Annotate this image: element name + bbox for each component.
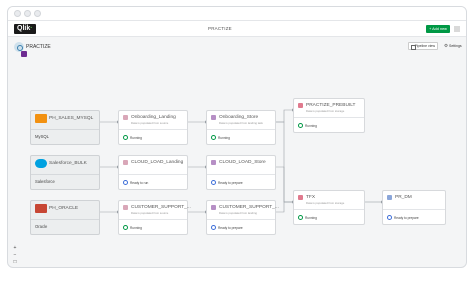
source-name: PH_ORACLE (49, 206, 79, 211)
window-dot[interactable] (14, 10, 21, 17)
task-status: Running (130, 226, 142, 230)
divider (294, 209, 364, 210)
mysql-logo-icon (35, 114, 47, 123)
pipeline-view-button[interactable]: Pipeline view (408, 42, 438, 50)
logo-accent: · (30, 25, 33, 32)
task-name: Onboarding_Store (219, 115, 259, 120)
task-status: Ready to prepare (394, 216, 419, 220)
project-header: PRACTIZE Pipeline view Settings (8, 38, 466, 62)
task-status: Ready to run (130, 181, 149, 185)
task-status: Running (305, 124, 317, 128)
task-description: Data is populated from landing task (219, 121, 263, 125)
landing-icon (123, 115, 128, 120)
fit-view-icon[interactable]: □ (12, 259, 18, 265)
transform-icon (298, 103, 303, 108)
divider (31, 219, 99, 220)
task-description: Data is populated from landing (219, 211, 257, 215)
landing-task-node[interactable]: CLOUD_LOAD_Landing Ready to run (118, 155, 188, 190)
task-name: PR_DM (395, 195, 412, 200)
task-name: Onboarding_Landing (131, 115, 176, 120)
ready-status-icon (211, 225, 216, 230)
divider (207, 219, 275, 220)
app-window: Qlik· PRACTIZE + Add new PRACTIZE Pipeli… (7, 6, 467, 268)
landing-icon (123, 205, 128, 210)
task-name: PRACTIZE_PREBUILT (306, 103, 356, 108)
link (276, 166, 292, 203)
storage-task-node[interactable]: Onboarding_Store Data is populated from … (206, 110, 276, 145)
divider (31, 129, 99, 130)
source-node[interactable]: PH_SALES_MYSQL MySQL (30, 110, 100, 145)
running-status-icon (211, 135, 216, 140)
pipeline-canvas[interactable]: PH_SALES_MYSQL MySQL Salesforce_BULK Sal… (8, 62, 466, 267)
window-dot[interactable] (34, 10, 41, 17)
running-status-icon (298, 215, 303, 220)
project-type-icon (21, 51, 27, 57)
divider (119, 129, 187, 130)
settings-button[interactable]: Settings (444, 42, 462, 50)
app-title: PRACTIZE (208, 26, 232, 31)
ready-status-icon (123, 180, 128, 185)
datamart-icon (387, 195, 392, 200)
source-node[interactable]: PH_ORACLE Oracle (30, 200, 100, 235)
landing-icon (123, 160, 128, 165)
transform-task-node[interactable]: TFX Data is populated from storage Runni… (293, 190, 365, 225)
storage-icon (211, 205, 216, 210)
divider (207, 129, 275, 130)
running-status-icon (123, 135, 128, 140)
divider (383, 209, 445, 210)
datamart-task-node[interactable]: PR_DM Ready to prepare (382, 190, 446, 225)
project-name: PRACTIZE (26, 44, 51, 50)
ready-status-icon (211, 180, 216, 185)
task-name: CLOUD_LOAD_Store (219, 160, 266, 165)
task-name: CUSTOMER_SUPPORT_... (219, 205, 279, 210)
top-bar: Qlik· PRACTIZE + Add new (8, 21, 466, 37)
browser-chrome (8, 7, 466, 21)
source-name: Salesforce_BULK (49, 161, 87, 166)
task-name: TFX (306, 195, 316, 200)
divider (294, 117, 364, 118)
source-node[interactable]: Salesforce_BULK Salesforce (30, 155, 100, 190)
storage-icon (211, 115, 216, 120)
divider (207, 174, 275, 175)
source-name: PH_SALES_MYSQL (49, 116, 94, 121)
logo-text: Qlik (17, 25, 31, 32)
storage-task-node[interactable]: CLOUD_LOAD_Store Ready to prepare (206, 155, 276, 190)
storage-icon (211, 160, 216, 165)
source-type: MySQL (35, 134, 49, 139)
task-status: Ready to prepare (218, 181, 243, 185)
task-description: Data is populated from source (131, 121, 169, 125)
source-type: Oracle (35, 224, 48, 229)
divider (119, 174, 187, 175)
task-description: Data is populated from source (131, 211, 169, 215)
landing-task-node[interactable]: Onboarding_Landing Data is populated fro… (118, 110, 188, 145)
task-name: CUSTOMER_SUPPORT_... (131, 205, 191, 210)
source-type: Salesforce (35, 179, 55, 184)
salesforce-logo-icon (35, 159, 47, 168)
oracle-logo-icon (35, 204, 47, 213)
zoom-in-button[interactable]: + (12, 245, 18, 251)
apps-grid-icon[interactable] (454, 26, 460, 32)
zoom-out-button[interactable]: − (12, 252, 18, 258)
window-dot[interactable] (24, 10, 31, 17)
task-description: Data is populated from storage (306, 201, 345, 205)
link (276, 109, 292, 123)
landing-task-node[interactable]: CUSTOMER_SUPPORT_... Data is populated f… (118, 200, 191, 235)
transform-icon (298, 195, 303, 200)
task-description: Data is populated from storage (306, 109, 345, 113)
add-new-button[interactable]: + Add new (426, 25, 450, 33)
divider (31, 174, 99, 175)
storage-task-node[interactable]: CUSTOMER_SUPPORT_... Data is populated f… (206, 200, 279, 235)
qlik-logo[interactable]: Qlik· (14, 24, 36, 34)
transform-task-node[interactable]: PRACTIZE_PREBUILT Data is populated from… (293, 98, 365, 133)
running-status-icon (123, 225, 128, 230)
task-status: Running (218, 136, 230, 140)
task-name: CLOUD_LOAD_Landing (131, 160, 184, 165)
task-status: Running (130, 136, 142, 140)
ready-status-icon (387, 215, 392, 220)
task-status: Running (305, 216, 317, 220)
divider (119, 219, 187, 220)
running-status-icon (298, 123, 303, 128)
task-status: Ready to prepare (218, 226, 243, 230)
